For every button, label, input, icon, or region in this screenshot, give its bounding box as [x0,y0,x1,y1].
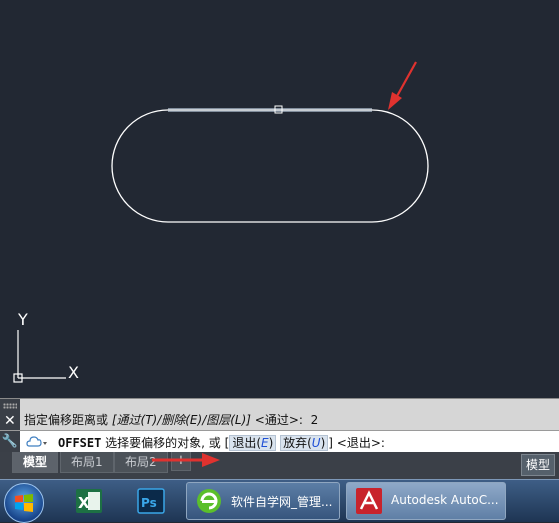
windows-taskbar: X Ps 软件自学网_管理... Autodesk AutoC... [0,479,559,523]
option-undo-key: U [311,436,321,450]
command-line-grip[interactable]: ✕ [0,399,20,431]
drawing-canvas[interactable]: Y X [0,0,559,398]
grip-dots-icon[interactable] [3,403,17,409]
red-arrow-pointer [388,61,417,110]
ucs-icon [13,330,66,383]
red-arrow-tab-pointer [152,453,220,467]
option-exit-button[interactable]: 退出(E) [229,435,277,451]
option-undo-close: ) [320,436,326,450]
command-line-text: OFFSET 选择要偏移的对象, 或 [退出(E) 放弃(U)] <退出>: [58,434,385,451]
history-text: 指定偏移距离或 [通过(T)/删除(E)/图层(L)] <通过>: 2 [24,411,318,428]
ucs-y-label: Y [17,310,28,329]
option-exit-key: E [261,436,269,450]
recent-commands-icon[interactable] [26,434,48,450]
task-browser-label: 软件自学网_管理... [231,495,333,509]
browser-icon [197,489,221,513]
photoshop-icon[interactable]: Ps [136,486,166,516]
layout-tabs-bar: 模型 布局1 布局2 + 模型 [0,452,559,479]
obround-shape[interactable] [111,109,429,223]
option-exit-close: ) [268,436,274,450]
task-browser[interactable]: 软件自学网_管理... [186,482,340,520]
windows-logo-icon [15,494,33,512]
close-icon[interactable]: ✕ [4,414,16,428]
task-autocad[interactable]: Autodesk AutoC... [346,482,506,520]
excel-icon[interactable]: X [74,486,104,516]
command-prompt: 选择要偏移的对象, 或 [ [101,436,230,450]
option-undo-label: 放弃( [283,436,312,450]
excel-icon-label: X [78,494,90,512]
tab-layout1[interactable]: 布局1 [60,452,114,473]
history-options: [通过(T)/删除(E)/图层(L)] [111,413,251,427]
tab-model[interactable]: 模型 [12,452,59,473]
history-default: <通过>: [250,413,311,427]
wrench-icon[interactable]: 🔧 [0,431,20,453]
command-suffix: ] <退出>: [328,436,385,450]
command-name: OFFSET [58,436,102,450]
start-button[interactable] [4,483,44,523]
photoshop-icon-label: Ps [141,496,157,510]
option-undo-button[interactable]: 放弃(U) [280,435,329,451]
ucs-x-label: X [68,363,79,382]
history-value: 2 [310,413,319,427]
command-input[interactable]: 🔧 OFFSET 选择要偏移的对象, 或 [退出(E) 放弃(U)] <退出>: [0,430,559,454]
model-space-button[interactable]: 模型 [520,454,555,476]
history-prompt: 指定偏移距离或 [24,413,112,427]
autocad-icon [356,488,382,514]
option-exit-label: 退出( [232,436,261,450]
command-history: ✕ 指定偏移距离或 [通过(T)/删除(E)/图层(L)] <通过>: 2 [0,398,559,431]
task-autocad-label: Autodesk AutoC... [391,493,499,507]
